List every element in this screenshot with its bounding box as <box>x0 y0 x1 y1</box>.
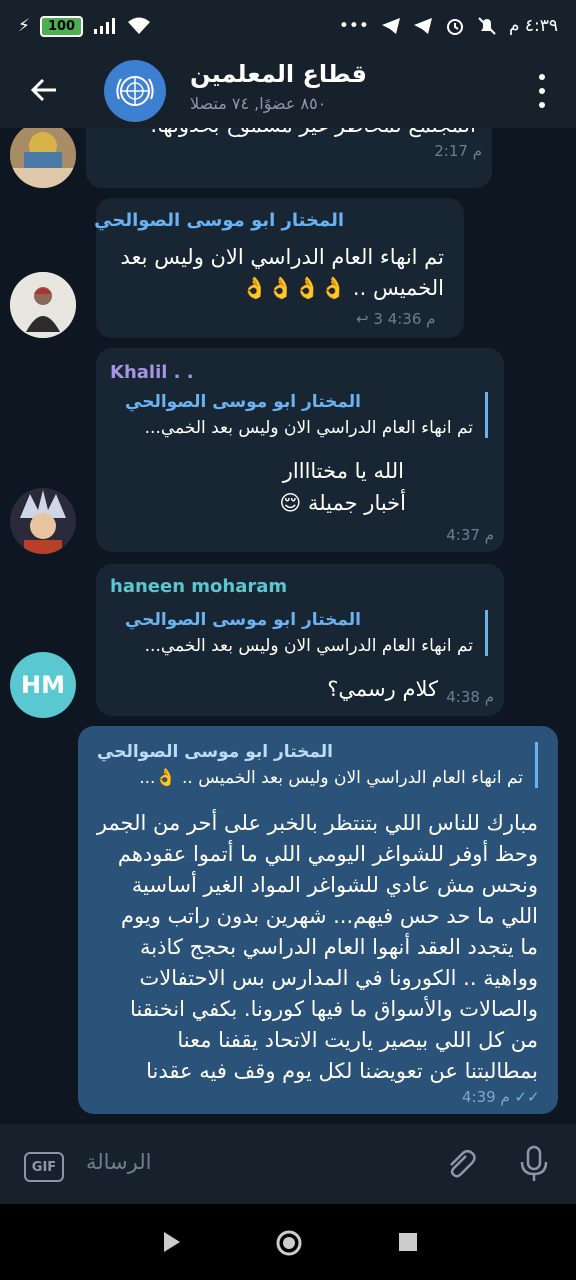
message-text-line: وواهية .. الكورونا في المدارس بس الاحتفا… <box>139 966 538 990</box>
reply-text: تم انهاء العام الدراسي الان وليس بعد الخ… <box>144 418 473 438</box>
reply-text: تم انهاء العام الدراسي الان وليس بعد الخ… <box>139 768 523 788</box>
sender-name[interactable]: Khalil . . <box>110 362 194 383</box>
alarm-icon <box>446 19 463 35</box>
home-nav-icon[interactable] <box>274 1228 304 1258</box>
back-button[interactable] <box>26 72 62 108</box>
status-left: ⚡ 100 <box>18 15 151 37</box>
message-time: 4:39 م <box>462 1088 510 1106</box>
group-title[interactable]: قطاع المعلمين <box>190 60 367 88</box>
reply-quote[interactable]: المختار ابو موسى الصوالحي تم انهاء العام… <box>108 610 488 656</box>
message-text: كلام رسمي؟ <box>327 677 438 701</box>
reply-sender-name: المختار ابو موسى الصوالحي <box>125 610 361 630</box>
message-text-line: اللي ما حد حس فيهم... شهرين بدون راتب وي… <box>121 904 538 928</box>
dot <box>539 74 545 80</box>
reply-quote[interactable]: المختار ابو موسى الصوالحي تم انهاء العام… <box>108 392 488 438</box>
message-time: 2:17 م <box>434 142 482 160</box>
message-text-line: بمطالبتنا عن تعويضنا لكل يوم وقف فيه عقد… <box>146 1059 538 1083</box>
reply-sender-name: المختار ابو موسى الصوالحي <box>97 742 333 762</box>
dot <box>539 88 545 94</box>
battery-indicator: 100 <box>39 15 84 37</box>
message-text-line: أخبار جميلة 😌 <box>279 491 406 515</box>
back-nav-icon[interactable] <box>160 1230 184 1254</box>
message-text-line: ونحس مش عادي للشواغر المواد الغير أساسية <box>131 873 538 897</box>
arrow-left-icon <box>30 78 56 102</box>
mosque-avatar-image <box>10 128 76 188</box>
message-text-line: الله يا مختاااار <box>282 459 404 483</box>
signal-icon <box>94 18 116 34</box>
message-text-line: من كل اللي بيصير ياريت الاتحاد يقفنا معن… <box>177 1028 538 1052</box>
reply-arrow-icon: ↩ <box>356 310 369 328</box>
silent-icon <box>478 17 496 35</box>
un-emblem-icon <box>116 76 154 106</box>
group-avatar[interactable] <box>104 60 166 122</box>
double-check-icon: ✓✓ <box>514 1088 540 1106</box>
status-right: ••• ٤:٣٩ م <box>339 16 558 36</box>
avatar[interactable]: HM <box>10 652 76 718</box>
message-meta: ↩ 3 4:36 م <box>356 310 435 328</box>
message-list[interactable]: المجتمع لمخاطر غير مسموح بحدوثها. 2:17 م… <box>0 128 576 1124</box>
anime-avatar-image <box>10 488 76 554</box>
message-text-line: مبارك للناس اللي بتنتظر بالخبر على أحر م… <box>96 811 538 835</box>
telegram-notification-icon <box>381 18 400 34</box>
avatar-initials: HM <box>21 671 65 699</box>
reply-quote[interactable]: المختار ابو موسى الصوالحي تم انهاء العام… <box>97 742 538 788</box>
message-meta: 4:39 م ✓✓ <box>462 1088 540 1106</box>
message-time: 4:37 م <box>446 526 494 544</box>
reply-text: تم انهاء العام الدراسي الان وليس بعد الخ… <box>144 636 473 656</box>
message-text-line: تم انهاء العام الدراسي الان وليس بعد <box>120 245 444 269</box>
message-input-bar: GIF الرسالة <box>0 1124 576 1204</box>
message-bubble[interactable]: المجتمع لمخاطر غير مسموح بحدوثها. 2:17 م <box>86 128 492 188</box>
gif-button[interactable]: GIF <box>24 1152 64 1182</box>
more-options-button[interactable] <box>532 74 552 108</box>
telegram-notification-icon-2 <box>413 18 432 34</box>
recents-nav-icon[interactable] <box>398 1232 418 1252</box>
outgoing-message-bubble[interactable]: المختار ابو موسى الصوالحي تم انهاء العام… <box>78 726 558 1114</box>
attach-icon[interactable] <box>442 1146 478 1182</box>
group-member-count: ٨٥٠ عضوًا, ٧٤ متصلا <box>190 94 327 113</box>
avatar[interactable] <box>10 128 76 188</box>
status-bar: ⚡ 100 ••• ٤:٣٩ م <box>0 0 576 52</box>
wifi-icon <box>128 17 151 34</box>
person-avatar-image <box>10 272 76 338</box>
avatar[interactable] <box>10 272 76 338</box>
reply-sender-name: المختار ابو موسى الصوالحي <box>125 392 361 412</box>
sender-name[interactable]: haneen moharam <box>110 576 287 597</box>
message-bubble[interactable]: haneen moharam المختار ابو موسى الصوالحي… <box>96 564 504 716</box>
message-bubble[interactable]: المختار ابو موسى الصوالحي تم انهاء العام… <box>94 198 464 338</box>
message-input[interactable]: الرسالة <box>86 1150 151 1174</box>
message-time: 4:36 م <box>387 310 436 328</box>
message-text-line: ما يتجدد العقد أنهوا العام الدراسي بحجج … <box>140 935 538 959</box>
sender-name[interactable]: المختار ابو موسى الصوالحي <box>94 210 344 231</box>
message-text-line: والصالات والأسواق ما فيها كورونا. بكفي ا… <box>130 997 538 1021</box>
charging-icon: ⚡ <box>18 16 30 36</box>
message-text: المجتمع لمخاطر غير مسموح بحدوثها. <box>150 128 476 141</box>
clock: ٤:٣٩ م <box>508 16 558 36</box>
forward-count: 3 <box>373 310 383 328</box>
message-bubble[interactable]: Khalil . . المختار ابو موسى الصوالحي تم … <box>96 348 504 552</box>
system-navigation-bar <box>0 1204 576 1280</box>
chat-header: قطاع المعلمين ٨٥٠ عضوًا, ٧٤ متصلا <box>0 52 576 128</box>
message-text-line: وحظ أوفر للشواغر اليومي اللي ما أتموا عق… <box>117 842 538 866</box>
avatar[interactable] <box>10 488 76 554</box>
dot <box>539 102 545 108</box>
message-text-line: الخميس .. 👌👌👌👌 <box>241 276 444 300</box>
message-time: 4:38 م <box>446 688 494 706</box>
microphone-icon[interactable] <box>516 1144 552 1184</box>
more-notifications: ••• <box>338 16 369 36</box>
